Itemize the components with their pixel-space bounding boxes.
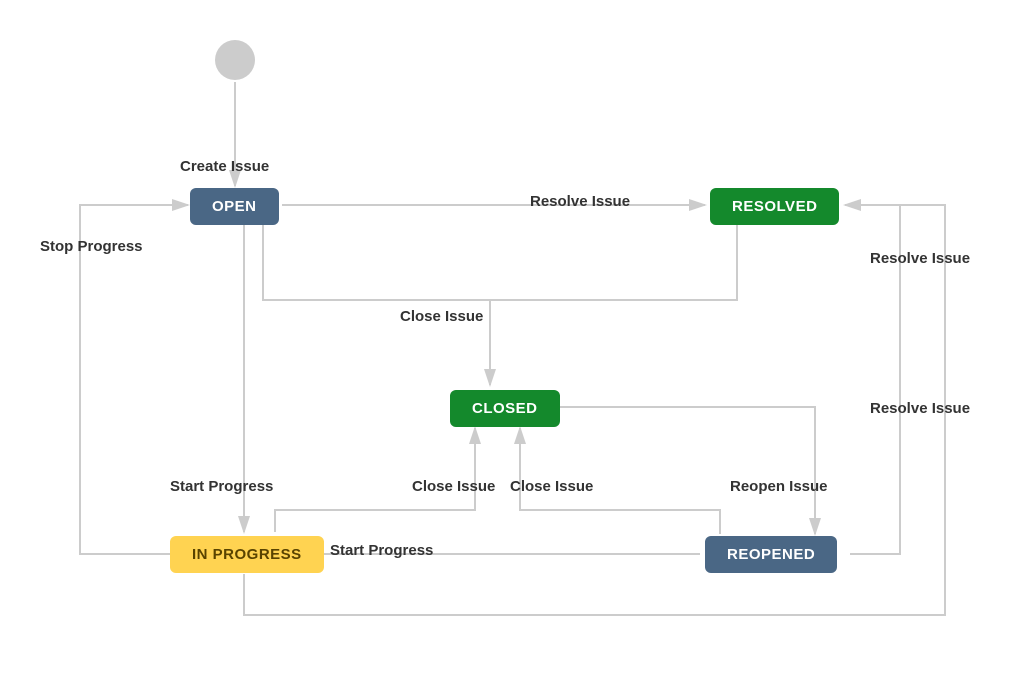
label-resolve-issue-right-upper: Resolve Issue — [870, 250, 970, 267]
label-close-issue-inprog: Close Issue — [412, 478, 495, 495]
label-close-issue-top: Close Issue — [400, 308, 483, 325]
workflow-diagram: OPEN RESOLVED CLOSED IN PROGRESS REOPENE… — [0, 0, 1024, 689]
label-reopen-issue: Reopen Issue — [730, 478, 828, 495]
label-start-progress-open: Start Progress — [170, 478, 273, 495]
start-state-icon — [215, 40, 255, 80]
state-reopened: REOPENED — [705, 536, 837, 573]
state-in-progress: IN PROGRESS — [170, 536, 324, 573]
label-resolve-issue-open: Resolve Issue — [530, 193, 630, 210]
state-resolved: RESOLVED — [710, 188, 839, 225]
state-open: OPEN — [190, 188, 279, 225]
label-resolve-issue-right-lower: Resolve Issue — [870, 400, 970, 417]
label-stop-progress: Stop Progress — [40, 238, 143, 255]
label-close-issue-reopened: Close Issue — [510, 478, 593, 495]
label-create-issue: Create Issue — [180, 158, 269, 175]
label-start-progress-reopened: Start Progress — [330, 542, 433, 559]
edges-layer — [0, 0, 1024, 689]
state-closed: CLOSED — [450, 390, 560, 427]
